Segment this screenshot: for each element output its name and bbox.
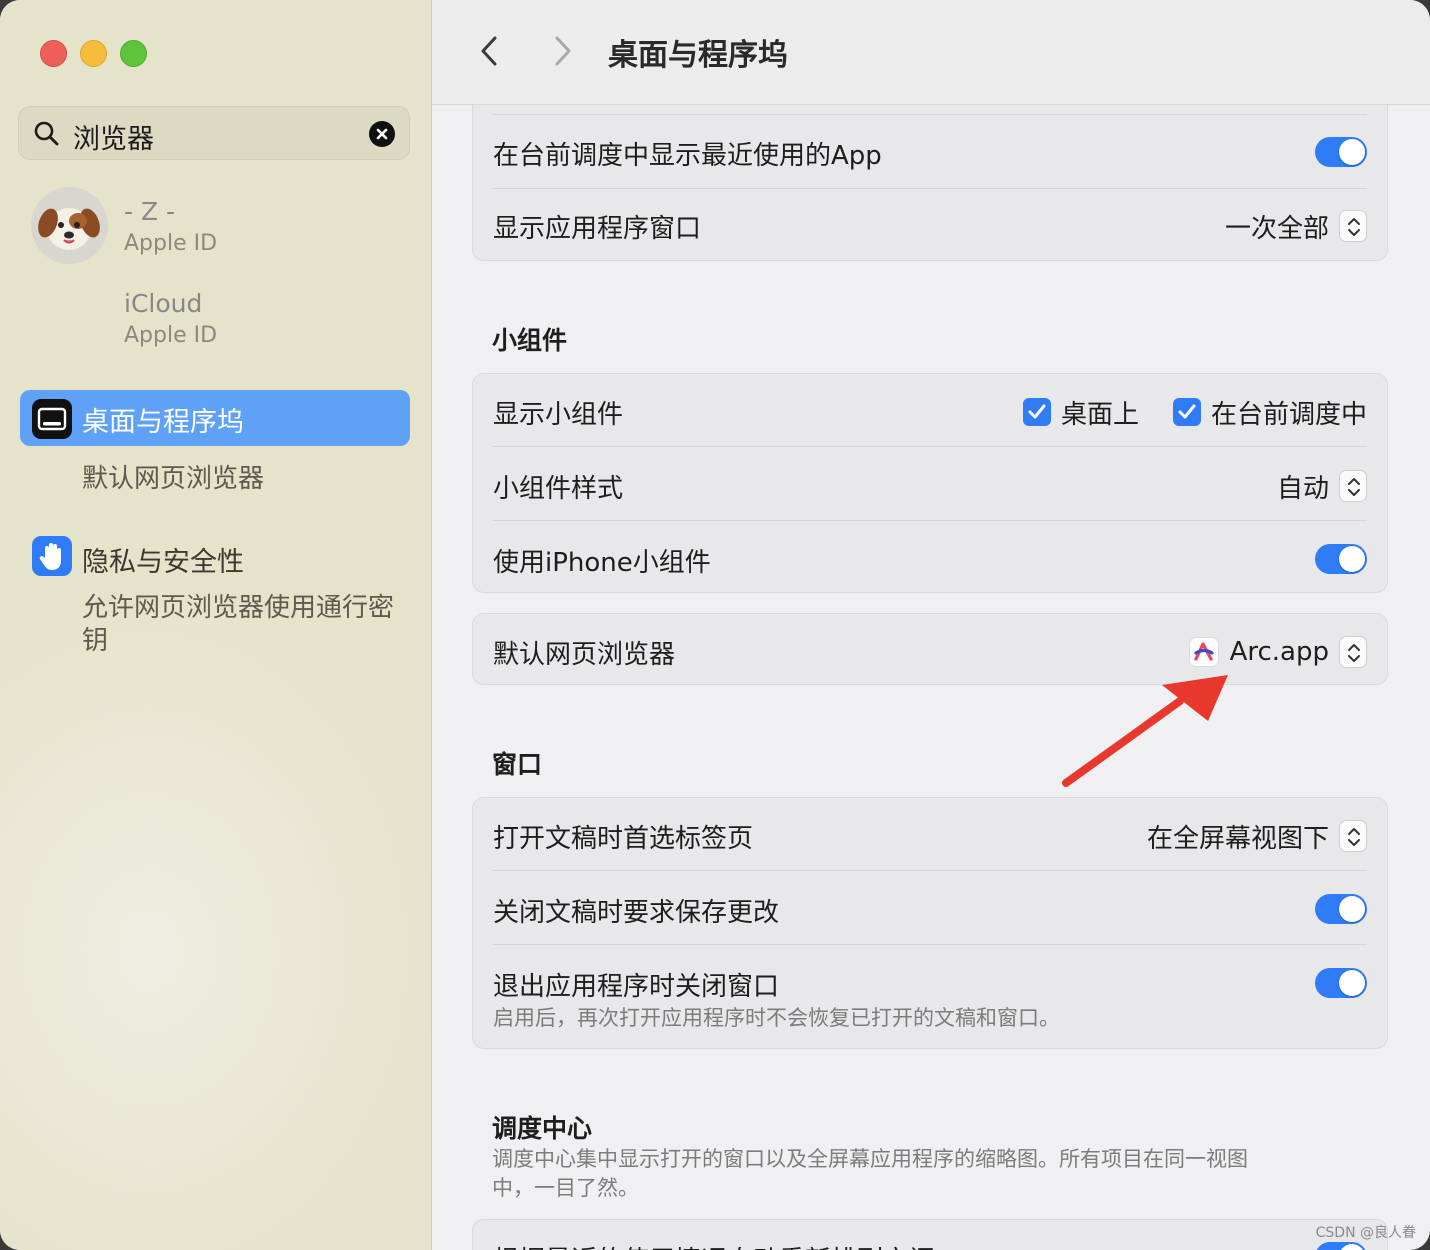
close-windows-description: 启用后，再次打开应用程序时不会恢复已打开的文稿和窗口。 [493,1006,1060,1030]
show-widgets-label: 显示小组件 [493,400,624,430]
annotation-arrow-icon [1062,675,1228,787]
divider [493,870,1367,871]
account-subtitle: Apple ID [124,231,218,256]
section-title-widgets: 小组件 [492,326,568,355]
setting-row: 小组件样式 自动 [493,466,1367,506]
desktop-checkbox-label: 桌面上 [1060,399,1139,430]
iphone-widgets-toggle[interactable] [1315,544,1367,574]
setting-row: 显示应用程序窗口 一次全部 [493,206,1367,246]
mission-control-description: 调度中心集中显示打开的窗口以及全屏幕应用程序的缩略图。所有项目在同一视图中，一目… [492,1147,1248,1200]
setting-row: 在台前调度中显示最近使用的App [493,133,1367,173]
widget-style-popup[interactable]: 自动 [1276,470,1367,504]
stage-manager-checkbox-label: 在台前调度中 [1210,399,1367,430]
minimize-window-button[interactable] [80,40,107,67]
stepper-icon [1339,210,1367,242]
section-title-windows: 窗口 [492,750,543,779]
prefer-tabs-popup[interactable]: 在全屏幕视图下 [1146,820,1367,854]
stepper-icon [1339,820,1367,852]
zoom-window-button[interactable] [120,40,147,67]
popup-value: 自动 [1276,473,1329,504]
widget-style-label: 小组件样式 [493,474,624,504]
watermark: CSDN @良人眷 [1315,1225,1416,1241]
ask-save-toggle[interactable] [1315,894,1367,924]
dog-memoji-icon [38,208,100,250]
popup-value: 一次全部 [1224,213,1329,244]
close-windows-toggle[interactable] [1315,968,1367,998]
divider [493,446,1367,447]
section-title-mission-control: 调度中心 [492,1114,593,1143]
icloud-subtitle: Apple ID [124,323,218,348]
popup-value: 在全屏幕视图下 [1146,823,1329,854]
settings-content: 在台前调度中显示最近使用的App 显示应用程序窗口 一次全部 小组件 显示小组件 [432,105,1430,1250]
rearrange-spaces-toggle[interactable] [1315,1242,1367,1250]
clear-search-button[interactable] [369,121,395,147]
stage-manager-card: 在台前调度中显示最近使用的App 显示应用程序窗口 一次全部 [472,105,1388,261]
settings-window: 浏览器 - Z - Apple ID iCloud Apple ID 桌面与程序… [0,0,1430,1250]
ask-save-label: 关闭文稿时要求保存更改 [493,898,780,928]
divider [493,188,1367,189]
stepper-icon [1339,636,1367,668]
windows-card: 打开文稿时首选标签页 在全屏幕视图下 关闭文稿时要求保存更改 退出应用程序时关闭… [472,797,1388,1049]
widgets-card: 显示小组件 桌面上 在台前调度中 小组件样式 自动 使用iPhone小组件 [472,373,1388,593]
stage-manager-checkbox[interactable] [1172,398,1201,426]
stepper-icon [1339,470,1367,502]
setting-row: 显示小组件 桌面上 在台前调度中 [493,392,1367,432]
setting-row: 使用iPhone小组件 [493,540,1367,580]
hand-icon [32,536,72,576]
default-browser-popup[interactable]: Arc.app [1189,636,1367,668]
show-recent-apps-label: 在台前调度中显示最近使用的App [493,141,882,171]
search-field[interactable]: 浏览器 [18,106,410,160]
show-widgets-options: 桌面上 在台前调度中 [1022,396,1367,430]
arc-app-icon [1189,638,1218,666]
iphone-widgets-label: 使用iPhone小组件 [493,548,711,578]
prefer-tabs-label: 打开文稿时首选标签页 [493,824,754,854]
show-recent-apps-toggle[interactable] [1315,137,1367,167]
setting-row: 退出应用程序时关闭窗口 启用后，再次打开应用程序时不会恢复已打开的文稿和窗口。 [493,964,1367,1034]
rearrange-spaces-label: 根据最近的使用情况自动重新排列空间 [493,1240,935,1250]
divider [493,944,1367,945]
dock-icon [32,399,72,439]
avatar[interactable] [31,187,108,264]
back-chevron-icon[interactable] [478,35,502,67]
clear-icon [376,128,388,140]
mission-control-card: 根据最近的使用情况自动重新排列空间 [472,1219,1388,1250]
sidebar-item-passkeys[interactable]: 允许网页浏览器使用通行密钥 [82,592,402,658]
forward-chevron-icon[interactable] [550,35,574,67]
toolbar: 桌面与程序坞 [432,0,1430,105]
setting-row: 打开文稿时首选标签页 在全屏幕视图下 [493,816,1367,856]
setting-row: 关闭文稿时要求保存更改 [493,890,1367,930]
show-windows-popup[interactable]: 一次全部 [1224,210,1367,244]
desktop-checkbox[interactable] [1022,398,1051,426]
divider [493,114,1367,115]
default-browser-label: 默认网页浏览器 [493,640,676,670]
search-icon [34,121,59,146]
show-windows-label: 显示应用程序窗口 [493,214,702,244]
close-windows-label: 退出应用程序时关闭窗口 [493,972,780,1002]
sidebar-item-label: 桌面与程序坞 [82,407,244,438]
popup-value: Arc.app [1229,637,1329,667]
icloud-name[interactable]: iCloud [124,289,202,318]
setting-row: 根据最近的使用情况自动重新排列空间 [493,1238,1367,1250]
search-input[interactable]: 浏览器 [73,117,154,156]
default-browser-card: 默认网页浏览器 Arc.app [472,613,1388,685]
close-window-button[interactable] [40,40,67,67]
account-name[interactable]: - Z - [124,197,175,226]
divider [493,520,1367,521]
page-title: 桌面与程序坞 [608,38,788,73]
sidebar: 浏览器 - Z - Apple ID iCloud Apple ID 桌面与程序… [0,0,432,1250]
sidebar-item-default-browser[interactable]: 默认网页浏览器 [82,458,264,495]
sidebar-item-desktop-dock[interactable]: 桌面与程序坞 [20,390,410,446]
sidebar-item-privacy[interactable]: 隐私与安全性 [82,540,244,579]
